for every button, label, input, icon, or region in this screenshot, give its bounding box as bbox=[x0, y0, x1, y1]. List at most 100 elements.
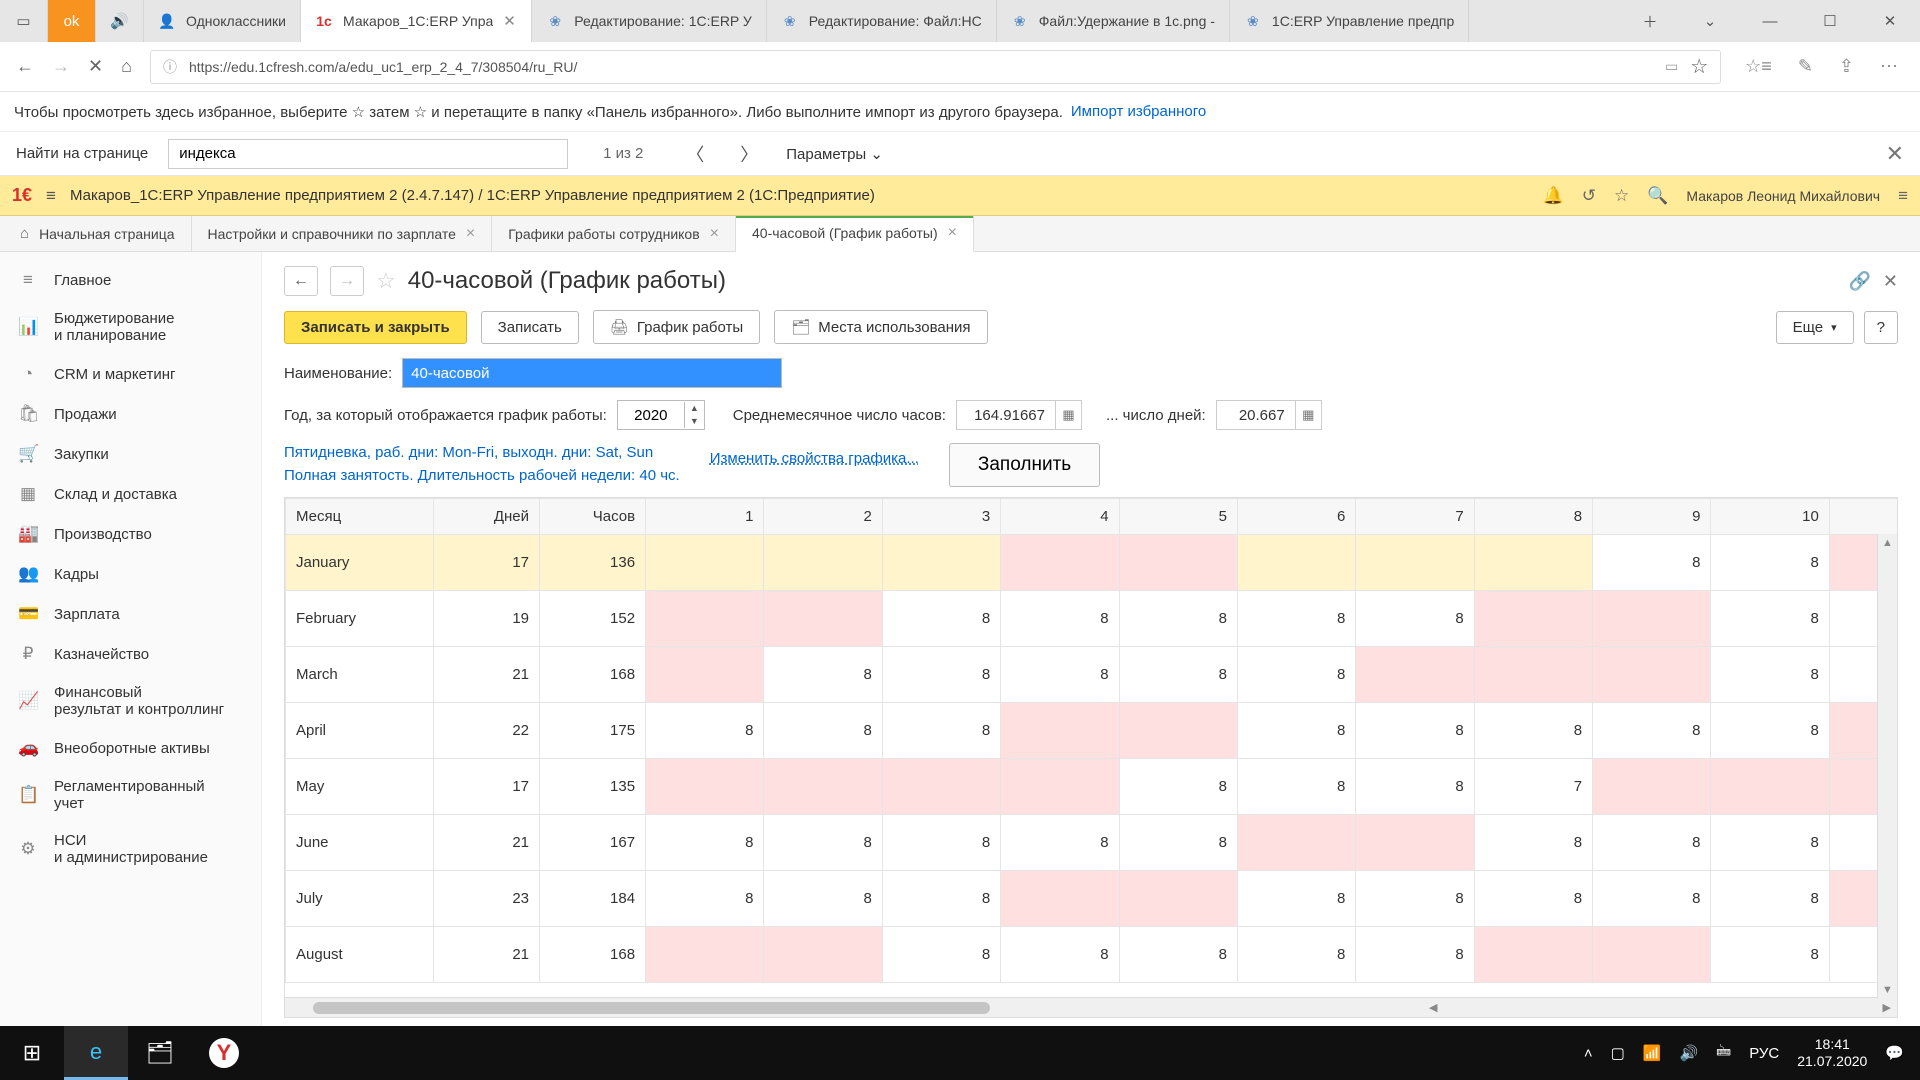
day-cell[interactable]: 8 bbox=[882, 815, 1000, 871]
sidebar-item[interactable]: 🛒Закупки bbox=[0, 434, 261, 474]
day-cell[interactable]: 8 bbox=[1237, 591, 1355, 647]
day-cell[interactable]: 8 bbox=[646, 703, 764, 759]
day-cell[interactable] bbox=[1356, 815, 1474, 871]
sidebar-item[interactable]: 💳Зарплата bbox=[0, 594, 261, 634]
day-cell[interactable]: 8 bbox=[1356, 703, 1474, 759]
year-up-icon[interactable]: ▲ bbox=[685, 402, 704, 415]
table-header[interactable]: Часов bbox=[540, 499, 646, 535]
sound-icon[interactable]: 🔊 bbox=[96, 0, 144, 42]
day-cell[interactable]: 8 bbox=[1711, 871, 1829, 927]
day-cell[interactable]: 8 bbox=[1711, 815, 1829, 871]
table-row[interactable]: January17136888 bbox=[286, 535, 1898, 591]
home-button[interactable]: ⌂ bbox=[121, 56, 132, 77]
settings-icon[interactable]: ⋯ bbox=[1880, 56, 1898, 77]
calendar-table[interactable]: МесяцДнейЧасов12345678910111213January17… bbox=[285, 498, 1897, 983]
day-cell[interactable]: 8 bbox=[764, 703, 882, 759]
link-icon[interactable]: 🔗 bbox=[1848, 271, 1870, 292]
window-maximize-button[interactable]: ☐ bbox=[1800, 0, 1860, 42]
day-cell[interactable]: 8 bbox=[1237, 759, 1355, 815]
site-info-icon[interactable]: ⓘ bbox=[163, 57, 177, 77]
day-cell[interactable]: 8 bbox=[1356, 591, 1474, 647]
day-cell[interactable]: 8 bbox=[1237, 703, 1355, 759]
day-cell[interactable] bbox=[1001, 759, 1119, 815]
day-cell[interactable] bbox=[764, 535, 882, 591]
page-close-icon[interactable]: ✕ bbox=[1883, 271, 1898, 292]
browser-tab[interactable]: ❀Файл:Удержание в 1с.png - bbox=[997, 0, 1230, 42]
fill-button[interactable]: Заполнить bbox=[949, 443, 1100, 487]
year-input[interactable] bbox=[618, 401, 684, 429]
bell-icon[interactable]: 🔔 bbox=[1543, 186, 1564, 206]
table-header[interactable]: Дней bbox=[433, 499, 539, 535]
day-cell[interactable]: 8 bbox=[1001, 647, 1119, 703]
sidebar-item[interactable]: ≡Главное bbox=[0, 260, 261, 300]
find-input[interactable] bbox=[168, 139, 568, 169]
page-favorite-icon[interactable]: ☆ bbox=[376, 268, 396, 294]
table-row[interactable]: April22175888888888 bbox=[286, 703, 1898, 759]
table-header[interactable]: 2 bbox=[764, 499, 882, 535]
search-icon[interactable]: 🔍 bbox=[1647, 186, 1668, 206]
day-cell[interactable]: 8 bbox=[764, 647, 882, 703]
start-button[interactable]: ⊞ bbox=[0, 1026, 64, 1080]
browser-tab[interactable]: 👤Одноклассники bbox=[144, 0, 301, 42]
day-cell[interactable]: 8 bbox=[1119, 647, 1237, 703]
sidebar-item[interactable]: ▦Склад и доставка bbox=[0, 474, 261, 514]
day-cell[interactable]: 8 bbox=[1001, 815, 1119, 871]
c1-tab[interactable]: 40-часовой (График работы)× bbox=[736, 216, 974, 252]
c1-tab-close-icon[interactable]: × bbox=[710, 225, 719, 243]
day-cell[interactable]: 8 bbox=[764, 815, 882, 871]
day-cell[interactable]: 7 bbox=[1474, 759, 1592, 815]
c1-tab-close-icon[interactable]: × bbox=[948, 224, 957, 242]
tray-wifi-icon[interactable]: 📶 bbox=[1643, 1044, 1662, 1062]
browser-tab[interactable]: 1cМакаров_1С:ERP Упра✕ bbox=[301, 0, 532, 42]
table-header[interactable]: 11 bbox=[1829, 499, 1897, 535]
avg-days-calc-icon[interactable]: ▦ bbox=[1296, 400, 1322, 430]
back-button[interactable]: ← bbox=[16, 56, 34, 77]
table-header[interactable]: 9 bbox=[1593, 499, 1711, 535]
day-cell[interactable]: 8 bbox=[1593, 871, 1711, 927]
table-row[interactable]: February19152888888888 bbox=[286, 591, 1898, 647]
day-cell[interactable] bbox=[1119, 871, 1237, 927]
tray-ime-icon[interactable]: 🖮 bbox=[1716, 1041, 1731, 1066]
day-cell[interactable]: 8 bbox=[1237, 871, 1355, 927]
day-cell[interactable] bbox=[1119, 535, 1237, 591]
day-cell[interactable] bbox=[1119, 703, 1237, 759]
tab-close-icon[interactable]: ✕ bbox=[503, 12, 517, 30]
sidebar-item[interactable]: 📋Регламентированный учет bbox=[0, 768, 261, 822]
day-cell[interactable] bbox=[1237, 815, 1355, 871]
browser-tab[interactable]: ❀1С:ERP Управление предпр bbox=[1230, 0, 1469, 42]
table-header[interactable]: 4 bbox=[1001, 499, 1119, 535]
browser-tab[interactable]: ❀Редактирование: 1C:ERP У bbox=[532, 0, 767, 42]
save-button[interactable]: Записать bbox=[481, 311, 579, 344]
table-header[interactable]: Месяц bbox=[286, 499, 434, 535]
day-cell[interactable]: 8 bbox=[1119, 591, 1237, 647]
forward-button[interactable]: → bbox=[52, 56, 70, 77]
day-cell[interactable]: 8 bbox=[1474, 871, 1592, 927]
day-cell[interactable] bbox=[1001, 871, 1119, 927]
table-header[interactable]: 3 bbox=[882, 499, 1000, 535]
tray-lang[interactable]: РУС bbox=[1749, 1045, 1779, 1062]
day-cell[interactable] bbox=[764, 591, 882, 647]
day-cell[interactable] bbox=[1001, 703, 1119, 759]
day-cell[interactable]: 8 bbox=[882, 591, 1000, 647]
year-spinner[interactable]: ▲▼ bbox=[617, 400, 705, 430]
table-header[interactable]: 1 bbox=[646, 499, 764, 535]
window-minimize-button[interactable]: — bbox=[1740, 0, 1800, 42]
table-row[interactable]: August21168888888888 bbox=[286, 927, 1898, 983]
day-cell[interactable] bbox=[882, 535, 1000, 591]
day-cell[interactable] bbox=[1474, 591, 1592, 647]
day-cell[interactable]: 8 bbox=[1356, 759, 1474, 815]
day-cell[interactable]: 8 bbox=[1001, 927, 1119, 983]
table-header[interactable]: 8 bbox=[1474, 499, 1592, 535]
year-down-icon[interactable]: ▼ bbox=[685, 415, 704, 428]
notes-icon[interactable]: ✎ bbox=[1798, 56, 1813, 77]
table-row[interactable]: March21168888888888 bbox=[286, 647, 1898, 703]
favorite-star-icon[interactable]: ☆ bbox=[1690, 54, 1708, 79]
day-cell[interactable] bbox=[646, 647, 764, 703]
day-cell[interactable] bbox=[882, 759, 1000, 815]
more-button[interactable]: Еще ▾ bbox=[1776, 311, 1854, 344]
stop-button[interactable]: ✕ bbox=[88, 56, 103, 77]
c1-tab[interactable]: Графики работы сотрудников× bbox=[492, 216, 736, 251]
tray-chevron-icon[interactable]: ˄ bbox=[1584, 1045, 1593, 1062]
find-close-button[interactable]: ✕ bbox=[1886, 141, 1904, 167]
tray-clock[interactable]: 18:4121.07.2020 bbox=[1797, 1036, 1867, 1070]
